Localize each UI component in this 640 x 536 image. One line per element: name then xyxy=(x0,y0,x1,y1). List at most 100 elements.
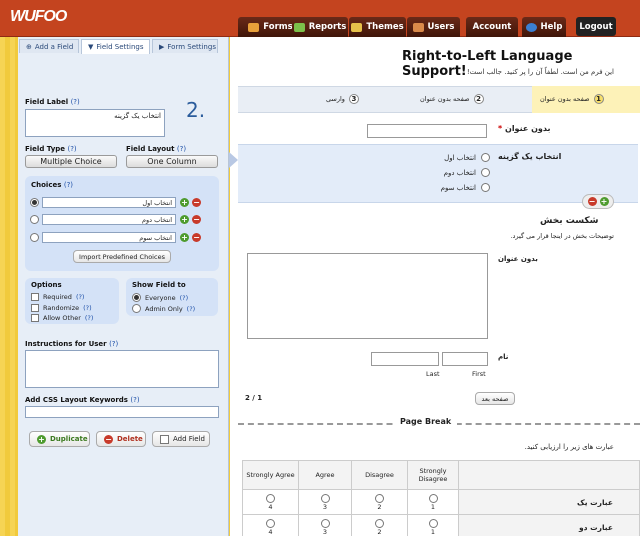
likert-radio[interactable] xyxy=(375,493,384,503)
add-choice-icon[interactable]: + xyxy=(180,233,189,242)
remove-choice-icon[interactable]: − xyxy=(192,198,201,207)
likert-radio[interactable] xyxy=(320,518,330,528)
admin-only-radio[interactable] xyxy=(132,304,141,313)
likert-radio[interactable] xyxy=(320,493,330,503)
add-field-button[interactable]: Add Field xyxy=(152,431,210,447)
likert-col-1: Strongly Agree xyxy=(242,460,299,490)
field-layout-select[interactable]: One Column xyxy=(126,155,218,168)
page-count: 2 / 1 xyxy=(245,394,263,402)
likert-row-label: عبارت یک xyxy=(458,489,640,515)
choice-default-radio-3[interactable] xyxy=(30,233,39,242)
field-layout-label: Field Layout (?) xyxy=(126,145,187,153)
likert-radio[interactable] xyxy=(428,493,438,503)
option-required[interactable]: Required (?) xyxy=(31,293,84,301)
users-icon xyxy=(412,22,424,32)
likert-row-label: عبارت دو xyxy=(458,514,640,536)
show-everyone[interactable]: Everyone (?) xyxy=(132,293,188,302)
likert-radio[interactable] xyxy=(428,518,438,528)
randomize-checkbox[interactable] xyxy=(31,304,39,312)
next-page-button[interactable]: صفحه بعد xyxy=(475,392,515,405)
nav-help[interactable]: Help xyxy=(522,17,566,37)
form-choice-3[interactable]: انتخاب سوم xyxy=(400,183,490,192)
likert-prompt: عبارت های زیر را ارزیابی کنید. xyxy=(524,443,614,451)
remove-choice-icon[interactable]: − xyxy=(192,233,201,242)
add-field-icon xyxy=(160,434,169,444)
choice-input-1[interactable]: انتخاب اول xyxy=(42,197,176,208)
remove-choice-icon[interactable]: − xyxy=(192,215,201,224)
likert-col-3: Disagree xyxy=(351,460,408,490)
step-3[interactable]: 3 وارسی xyxy=(326,94,359,104)
nav-account[interactable]: Account xyxy=(466,17,518,37)
last-name-sublabel: Last xyxy=(426,370,440,378)
field-type-select[interactable]: Multiple Choice xyxy=(25,155,117,168)
help-icon xyxy=(525,22,537,32)
required-checkbox[interactable] xyxy=(31,293,39,301)
add-choice-icon[interactable]: + xyxy=(180,215,189,224)
field-label-input[interactable]: انتخاب یک گزینه xyxy=(25,109,165,137)
choice-field-label: انتخاب یک گزینه xyxy=(498,152,562,161)
logout-button[interactable]: Logout xyxy=(576,17,616,36)
themes-icon xyxy=(351,22,363,32)
add-choice-icon[interactable]: + xyxy=(180,198,189,207)
likert-radio[interactable] xyxy=(266,518,275,528)
step-2[interactable]: 2 صفحه بدون عنوان xyxy=(420,94,484,104)
duplicate-icon: + xyxy=(37,434,46,444)
tab-field-settings[interactable]: ▼ Field Settings xyxy=(81,39,150,54)
instructions-input[interactable] xyxy=(25,350,219,388)
tab-add-field[interactable]: ⊕ Add a Field xyxy=(19,39,79,53)
choice-input-2[interactable]: انتخاب دوم xyxy=(42,214,176,225)
textarea-label: بدون عنوان xyxy=(498,255,538,263)
form-choice-2[interactable]: انتخاب دوم xyxy=(400,168,490,177)
likert-row: 4 3 2 1 عبارت دو xyxy=(242,514,640,536)
wufoo-logo: WUFOO xyxy=(10,8,67,25)
section-description: توضیحات بخش در اینجا قرار می گیرد. xyxy=(510,232,614,240)
delete-icon: − xyxy=(104,434,113,444)
untitled-text-input[interactable] xyxy=(367,124,487,138)
last-name-input[interactable] xyxy=(371,352,439,366)
first-name-sublabel: First xyxy=(472,370,486,378)
option-randomize[interactable]: Randomize (?) xyxy=(31,304,92,312)
css-keywords-label: Add CSS Layout Keywords (?) xyxy=(25,396,140,404)
choice-input-3[interactable]: انتخاب سوم xyxy=(42,232,176,243)
page-break-label: Page Break xyxy=(394,417,458,426)
form-radio-1[interactable] xyxy=(481,153,490,162)
form-radio-2[interactable] xyxy=(481,168,490,177)
likert-row: 4 3 2 1 عبارت یک xyxy=(242,489,640,515)
show-field-label: Show Field to xyxy=(132,281,186,289)
choice-default-radio-1[interactable] xyxy=(30,198,39,207)
remove-field-icon[interactable]: − xyxy=(587,197,597,206)
likert-radio[interactable] xyxy=(375,518,384,528)
likert-col-4: Strongly Disagree xyxy=(407,460,459,490)
form-choice-1[interactable]: انتخاب اول xyxy=(400,153,490,162)
nav-users[interactable]: Users xyxy=(407,17,460,37)
likert-col-2: Agree xyxy=(298,460,352,490)
likert-radio[interactable] xyxy=(266,493,275,503)
form-radio-3[interactable] xyxy=(481,183,490,192)
choices-label: Choices (?) xyxy=(31,181,74,189)
nav-reports[interactable]: Reports xyxy=(292,17,348,37)
add-field-icon[interactable]: + xyxy=(599,197,609,206)
step-number: 2. xyxy=(186,98,206,122)
untitled-field-label: * بدون عنوان xyxy=(498,124,551,133)
show-admin-only[interactable]: Admin Only (?) xyxy=(132,304,195,313)
css-keywords-input[interactable] xyxy=(25,406,219,418)
everyone-radio[interactable] xyxy=(132,293,141,302)
step-1[interactable]: 1 صفحه بدون عنوان xyxy=(540,94,604,104)
choice-default-radio-2[interactable] xyxy=(30,215,39,224)
delete-button[interactable]: − Delete xyxy=(96,431,146,447)
name-label: نام xyxy=(498,353,509,361)
import-choices-button[interactable]: Import Predefined Choices xyxy=(73,250,171,263)
nav-themes[interactable]: Themes xyxy=(349,17,406,37)
option-allow-other[interactable]: Allow Other (?) xyxy=(31,314,93,322)
allow-other-checkbox[interactable] xyxy=(31,314,39,322)
section-title: شکست بخش xyxy=(540,216,599,226)
first-name-input[interactable] xyxy=(442,352,488,366)
likert-table: Strongly Agree Agree Disagree Strongly D… xyxy=(242,460,640,536)
options-label: Options xyxy=(31,281,62,289)
field-add-remove-controls: − + xyxy=(582,194,614,209)
untitled-textarea[interactable] xyxy=(247,253,488,339)
field-label-label: Field Label (?) xyxy=(25,98,80,106)
duplicate-button[interactable]: + Duplicate xyxy=(29,431,90,447)
form-description: این فرم من است. لطفاً آن را پر کنید. جال… xyxy=(466,68,614,76)
tab-form-settings[interactable]: ▶ Form Settings xyxy=(152,39,218,53)
